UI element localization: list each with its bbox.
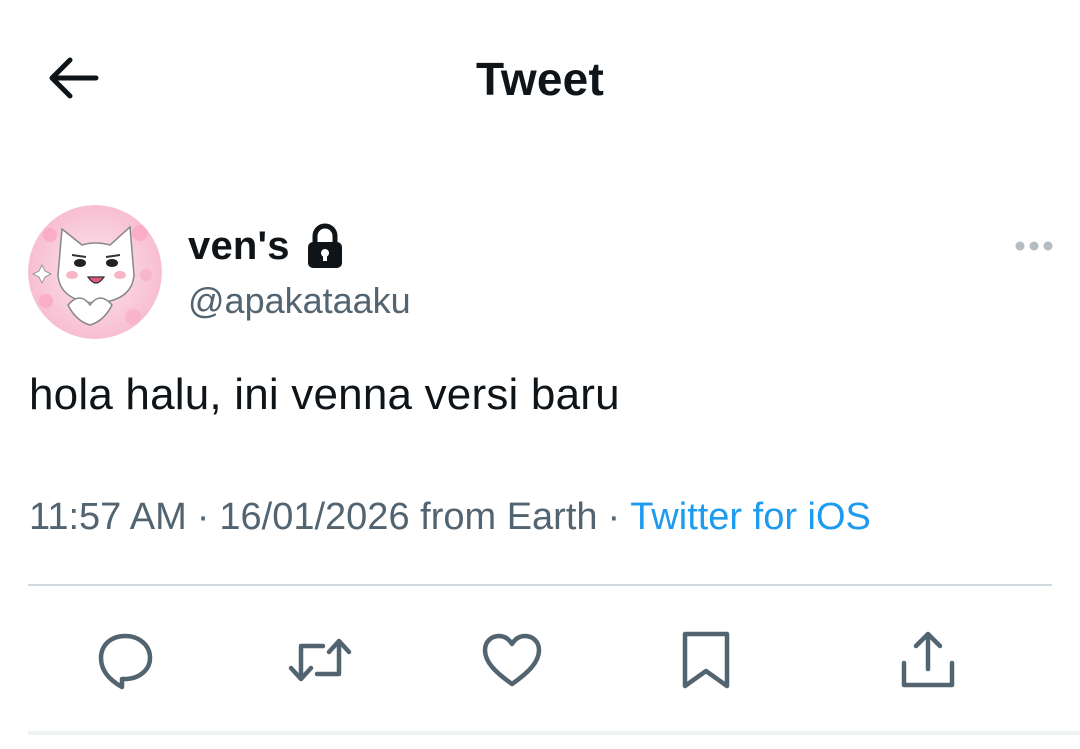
reply-icon xyxy=(98,633,153,690)
tweet-source-link[interactable]: Twitter for iOS xyxy=(630,496,871,538)
user-handle[interactable]: @apakataaku xyxy=(188,280,411,322)
tweet-text: hola halu, ini venna versi baru xyxy=(29,370,620,419)
tweet-date-location: 16/01/2026 from Earth xyxy=(219,496,598,538)
tweet-actions-bar xyxy=(0,620,1080,700)
retweet-icon xyxy=(288,638,352,682)
lock-icon xyxy=(307,223,342,268)
avatar[interactable] xyxy=(28,205,162,339)
bookmark-button[interactable] xyxy=(666,620,746,700)
heart-icon xyxy=(482,633,542,687)
page-title: Tweet xyxy=(476,53,604,105)
more-horizontal-icon xyxy=(1015,241,1053,251)
like-button[interactable] xyxy=(472,620,552,700)
tweet-time[interactable]: 11:57 AM xyxy=(29,496,187,538)
reply-button[interactable] xyxy=(85,620,165,700)
share-button[interactable] xyxy=(888,620,968,700)
tweet-meta: 11:57 AM · 16/01/2026 from Earth · Twitter f… xyxy=(29,496,871,539)
top-bar: Tweet xyxy=(0,0,1080,150)
divider xyxy=(28,584,1052,586)
more-options-button[interactable] xyxy=(1008,228,1060,264)
cat-avatar-icon xyxy=(28,205,162,339)
bottom-divider xyxy=(28,731,1080,735)
meta-separator: · xyxy=(607,496,621,538)
bookmark-icon xyxy=(682,631,730,689)
display-name: ven's xyxy=(188,223,290,268)
retweet-button[interactable] xyxy=(280,620,360,700)
author-name-row[interactable]: ven's xyxy=(188,222,344,270)
meta-separator: · xyxy=(196,496,210,538)
share-icon xyxy=(901,631,955,688)
